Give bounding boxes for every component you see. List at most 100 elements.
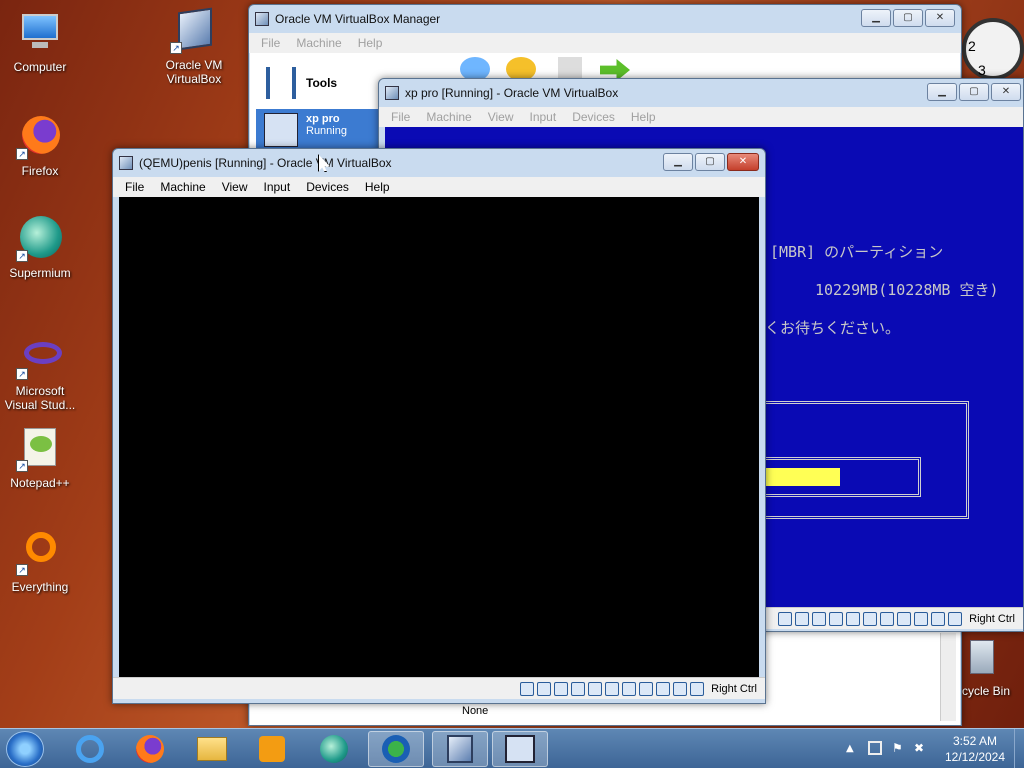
minimize-button[interactable]: ▁ [927, 83, 957, 101]
minimize-button[interactable]: ▁ [663, 153, 693, 171]
taskbar-internet-explorer[interactable] [62, 731, 118, 767]
taskbar-supermium[interactable] [306, 731, 362, 767]
virtualbox-icon [447, 735, 473, 763]
mouse-integration-icon[interactable] [931, 611, 946, 626]
display-icon[interactable] [880, 611, 895, 626]
desktop-icon-label: Microsoft Visual Stud... [4, 384, 76, 412]
shared-folders-icon[interactable] [605, 681, 620, 696]
taskbar-explorer[interactable] [184, 731, 240, 767]
taskbar-media-player[interactable] [244, 731, 300, 767]
supermium-icon [320, 735, 348, 763]
recycle-bin-icon [956, 640, 1004, 680]
hard-disk-icon[interactable] [778, 611, 793, 626]
menu-help[interactable]: Help [350, 36, 391, 50]
recording-icon[interactable] [897, 611, 912, 626]
mouse-integration-icon[interactable] [673, 681, 688, 696]
clock-date: 12/12/2024 [944, 750, 1006, 764]
desktop-icon-firefox[interactable]: ↗ Firefox [0, 112, 80, 178]
manager-titlebar[interactable]: Oracle VM VirtualBox Manager ▁ ▢ ✕ [249, 5, 961, 33]
internet-explorer-icon [76, 735, 104, 763]
xp-titlebar[interactable]: xp pro [Running] - Oracle VM VirtualBox … [379, 79, 1023, 107]
menu-input[interactable]: Input [256, 180, 299, 194]
recording-icon[interactable] [639, 681, 654, 696]
menu-machine[interactable]: Machine [288, 36, 349, 50]
shortcut-arrow-icon: ↗ [16, 250, 28, 262]
desktop-icon-virtualbox[interactable]: ↗ Oracle VM VirtualBox [154, 6, 234, 86]
action-center-icon[interactable]: ⚑ [892, 741, 903, 755]
menu-file[interactable]: File [117, 180, 152, 194]
menu-view[interactable]: View [214, 180, 256, 194]
usb-icon[interactable] [846, 611, 861, 626]
firefox-icon [136, 735, 164, 763]
keyboard-capture-icon[interactable] [690, 681, 705, 696]
xp-window-title: xp pro [Running] - Oracle VM VirtualBox [405, 86, 619, 100]
desktop-icon-label: Everything [11, 580, 69, 594]
xp-os-icon [505, 735, 535, 763]
maximize-button[interactable]: ▢ [893, 9, 923, 27]
network-icon[interactable] [571, 681, 586, 696]
menu-file[interactable]: File [383, 110, 418, 124]
tray-clock[interactable]: 3:52 AM 12/12/2024 [940, 733, 1010, 765]
close-button[interactable]: ✕ [925, 9, 955, 27]
start-button[interactable] [6, 731, 44, 767]
desktop-icon-supermium[interactable]: ↗ Supermium [0, 214, 80, 280]
menu-file[interactable]: File [253, 36, 288, 50]
menu-machine[interactable]: Machine [152, 180, 213, 194]
vm-name: xp pro [306, 113, 340, 125]
menu-input[interactable]: Input [522, 110, 565, 124]
taskbar-download-manager[interactable] [368, 731, 424, 767]
vm-state: Running [306, 125, 347, 137]
virtualbox-icon [385, 86, 399, 100]
desktop-icon-visual-studio[interactable]: ↗ Microsoft Visual Stud... [0, 332, 80, 412]
menu-machine[interactable]: Machine [418, 110, 479, 124]
menu-help[interactable]: Help [623, 110, 664, 124]
menu-help[interactable]: Help [357, 180, 398, 194]
keyboard-capture-icon[interactable] [948, 611, 963, 626]
optical-drive-icon[interactable] [537, 681, 552, 696]
maximize-button[interactable]: ▢ [695, 153, 725, 171]
taskbar-virtualbox-manager[interactable] [432, 731, 488, 767]
setup-wait-line: くお待ちください。 [765, 319, 901, 337]
setup-partition-line: ）[MBR] のパーティション [755, 243, 944, 261]
menu-devices[interactable]: Devices [298, 180, 357, 194]
volume-muted-icon[interactable]: ✖ [914, 741, 924, 755]
audio-icon[interactable] [554, 681, 569, 696]
network-tray-icon[interactable] [868, 741, 882, 755]
usb-icon[interactable] [588, 681, 603, 696]
show-desktop-button[interactable] [1014, 729, 1024, 768]
desktop-icon-everything[interactable]: ↗ Everything [0, 528, 80, 594]
show-hidden-icons-icon[interactable]: ▲ [846, 743, 854, 754]
cpu-icon[interactable] [656, 681, 671, 696]
minimize-button[interactable]: ▁ [861, 9, 891, 27]
shortcut-arrow-icon: ↗ [16, 368, 28, 380]
menu-devices[interactable]: Devices [564, 110, 623, 124]
vm-list-item[interactable]: xp pro Running [256, 109, 380, 153]
manager-menubar: File Machine Help [249, 33, 961, 53]
desktop-icon-computer[interactable]: Computer [0, 8, 80, 74]
shortcut-arrow-icon: ↗ [16, 564, 28, 576]
tools-label: Tools [306, 76, 338, 90]
qemu-vm-screen[interactable] [119, 197, 759, 677]
taskbar-firefox[interactable] [122, 731, 178, 767]
qemu-titlebar[interactable]: (QEMU)penis [Running] - Oracle VM Virtua… [113, 149, 765, 177]
network-icon[interactable] [829, 611, 844, 626]
optical-drive-icon[interactable] [795, 611, 810, 626]
cpu-icon[interactable] [914, 611, 929, 626]
dropdown-field[interactable]: None [456, 701, 956, 721]
desktop-icon-notepadpp[interactable]: ↗ Notepad++ [0, 424, 80, 490]
close-button[interactable]: ✕ [727, 153, 759, 171]
display-icon[interactable] [622, 681, 637, 696]
taskbar-xp-vm[interactable] [492, 731, 548, 767]
desktop-icon-label: Supermium [9, 266, 71, 280]
close-button[interactable]: ✕ [991, 83, 1021, 101]
shared-folders-icon[interactable] [863, 611, 878, 626]
desktop-icon-label: Firefox [21, 164, 59, 178]
audio-icon[interactable] [812, 611, 827, 626]
qemu-vm-window[interactable]: (QEMU)penis [Running] - Oracle VM Virtua… [112, 148, 766, 704]
hard-disk-icon[interactable] [520, 681, 535, 696]
virtualbox-icon [255, 12, 269, 26]
manager-toolbar [456, 53, 956, 81]
taskbar: ▲ ⚑ ✖ 3:52 AM 12/12/2024 [0, 728, 1024, 768]
maximize-button[interactable]: ▢ [959, 83, 989, 101]
menu-view[interactable]: View [480, 110, 522, 124]
